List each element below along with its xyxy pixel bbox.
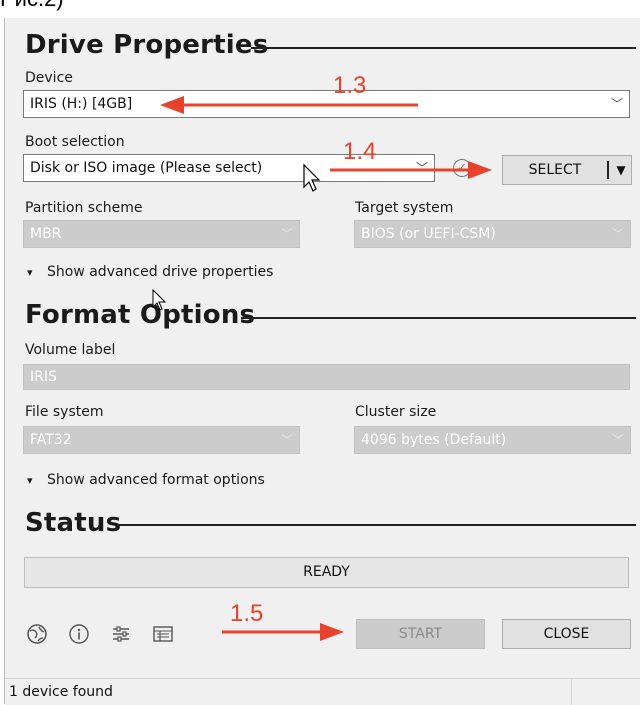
cursor-icon <box>303 163 321 192</box>
cursor-icon <box>152 288 167 311</box>
annotation-arrows-layer <box>152 96 492 641</box>
annotation-arrow-icon <box>160 96 492 641</box>
